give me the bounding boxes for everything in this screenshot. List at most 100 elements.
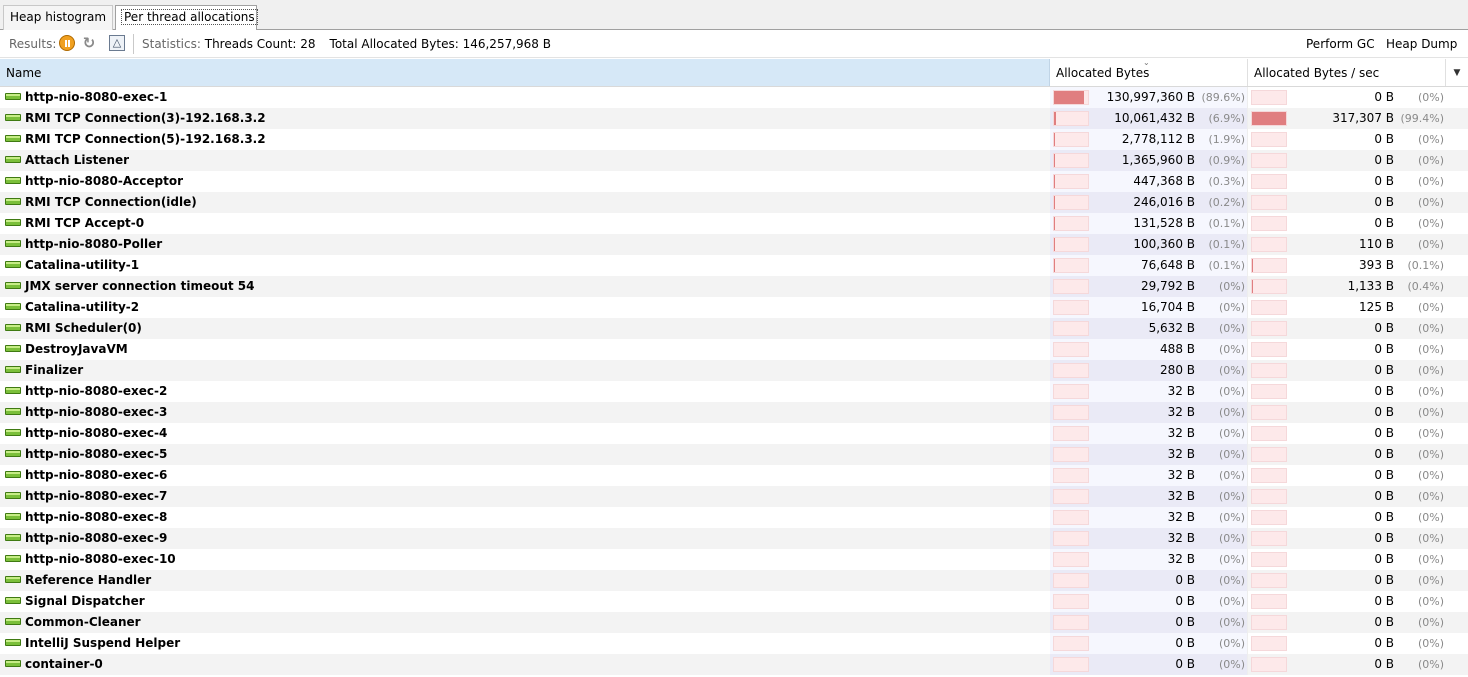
table-row[interactable]: http-nio-8080-exec-5 32 B (0%) 0 B (0%) <box>0 444 1468 465</box>
table-row[interactable]: http-nio-8080-exec-6 32 B (0%) 0 B (0%) <box>0 465 1468 486</box>
allocated-bytes-sec-value: 0 B <box>1374 363 1394 377</box>
allocated-bytes-sec-cell: 0 B (0%) <box>1248 213 1446 234</box>
thread-name: http-nio-8080-exec-4 <box>25 426 168 440</box>
table-row[interactable]: http-nio-8080-exec-1 130,997,360 B (89.6%)… <box>0 87 1468 108</box>
allocated-bytes-sec-bar <box>1251 111 1287 126</box>
thread-icon <box>5 387 21 394</box>
table-row[interactable]: RMI TCP Accept-0 131,528 B (0.1%) 0 B (0%) <box>0 213 1468 234</box>
thread-name: DestroyJavaVM <box>25 342 128 356</box>
allocated-bytes-sec-cell: 0 B (0%) <box>1248 654 1446 675</box>
allocated-bytes-bar <box>1053 510 1089 525</box>
table-row[interactable]: DestroyJavaVM 488 B (0%) 0 B (0%) <box>0 339 1468 360</box>
pause-icon[interactable] <box>59 35 75 51</box>
allocated-bytes-percent: (0.2%) <box>1208 196 1245 209</box>
table-row[interactable]: http-nio-8080-Poller 100,360 B (0.1%) 110 B… <box>0 234 1468 255</box>
allocated-bytes-sec-value: 0 B <box>1374 384 1394 398</box>
delta-icon[interactable]: △ <box>109 35 125 51</box>
table-row[interactable]: http-nio-8080-exec-4 32 B (0%) 0 B (0%) <box>0 423 1468 444</box>
thread-icon <box>5 429 21 436</box>
allocated-bytes-sec-cell: 0 B (0%) <box>1248 129 1446 150</box>
table-row[interactable]: http-nio-8080-exec-10 32 B (0%) 0 B (0%) <box>0 549 1468 570</box>
table-row[interactable]: Finalizer 280 B (0%) 0 B (0%) <box>0 360 1468 381</box>
allocated-bytes-sec-cell: 125 B (0%) <box>1248 297 1446 318</box>
allocated-bytes-cell: 130,997,360 B (89.6%) <box>1050 87 1248 108</box>
allocated-bytes-sec-percent: (0%) <box>1417 217 1444 230</box>
allocated-bytes-percent: (0%) <box>1218 301 1245 314</box>
thread-name: Catalina-utility-2 <box>25 300 140 314</box>
heap-dump-button[interactable]: Heap Dump <box>1386 37 1457 51</box>
allocated-bytes-sec-bar <box>1251 594 1287 609</box>
allocated-bytes-sec-value: 393 B <box>1359 258 1394 272</box>
allocated-bytes-value: 447,368 B <box>1133 174 1195 188</box>
thread-name-cell: DestroyJavaVM <box>0 339 1050 360</box>
allocated-bytes-sec-value: 0 B <box>1374 552 1394 566</box>
allocated-bytes-sec-percent: (99.4%) <box>1400 112 1444 125</box>
table-row[interactable]: http-nio-8080-exec-3 32 B (0%) 0 B (0%) <box>0 402 1468 423</box>
table-row[interactable]: Catalina-utility-2 16,704 B (0%) 125 B (0%) <box>0 297 1468 318</box>
table-row[interactable]: Reference Handler 0 B (0%) 0 B (0%) <box>0 570 1468 591</box>
allocated-bytes-bar <box>1053 468 1089 483</box>
table-row[interactable]: http-nio-8080-exec-8 32 B (0%) 0 B (0%) <box>0 507 1468 528</box>
allocated-bytes-sec-cell: 0 B (0%) <box>1248 423 1446 444</box>
allocated-bytes-value: 1,365,960 B <box>1121 153 1195 167</box>
table-row[interactable]: Attach Listener 1,365,960 B (0.9%) 0 B (0%) <box>0 150 1468 171</box>
allocated-bytes-sec-percent: (0%) <box>1417 154 1444 167</box>
table-row[interactable]: RMI TCP Connection(3)-192.168.3.2 10,061,… <box>0 108 1468 129</box>
table-row[interactable]: http-nio-8080-exec-2 32 B (0%) 0 B (0%) <box>0 381 1468 402</box>
allocated-bytes-bar <box>1053 237 1089 252</box>
allocated-bytes-sec-value: 0 B <box>1374 636 1394 650</box>
table-row[interactable]: JMX server connection timeout 54 29,792 B… <box>0 276 1468 297</box>
allocated-bytes-sec-percent: (0%) <box>1417 91 1444 104</box>
allocated-bytes-cell: 32 B (0%) <box>1050 423 1248 444</box>
table-row[interactable]: Signal Dispatcher 0 B (0%) 0 B (0%) <box>0 591 1468 612</box>
thread-name: http-nio-8080-exec-9 <box>25 531 168 545</box>
allocated-bytes-sec-percent: (0%) <box>1417 133 1444 146</box>
table-row[interactable]: http-nio-8080-exec-9 32 B (0%) 0 B (0%) <box>0 528 1468 549</box>
table-row[interactable]: container-0 0 B (0%) 0 B (0%) <box>0 654 1468 675</box>
thread-icon <box>5 492 21 499</box>
table-row[interactable]: Catalina-utility-1 76,648 B (0.1%) 393 B (0.… <box>0 255 1468 276</box>
allocated-bytes-bar <box>1053 426 1089 441</box>
column-chooser-dropdown-icon[interactable]: ▼ <box>1446 59 1468 87</box>
thread-icon <box>5 450 21 457</box>
perform-gc-button[interactable]: Perform GC <box>1306 37 1375 51</box>
table-row[interactable]: http-nio-8080-exec-7 32 B (0%) 0 B (0%) <box>0 486 1468 507</box>
column-header-allocated-bytes-sec[interactable]: Allocated Bytes / sec <box>1248 59 1446 86</box>
thread-name: Finalizer <box>25 363 84 377</box>
allocated-bytes-bar <box>1053 657 1089 672</box>
allocated-bytes-sec-percent: (0%) <box>1417 658 1444 671</box>
allocated-bytes-sec-bar <box>1251 447 1287 462</box>
allocated-bytes-sec-bar <box>1251 489 1287 504</box>
allocated-bytes-cell: 131,528 B (0.1%) <box>1050 213 1248 234</box>
allocated-bytes-value: 2,778,112 B <box>1121 132 1195 146</box>
allocated-bytes-sec-percent: (0%) <box>1417 343 1444 356</box>
table-row[interactable]: RMI Scheduler(0) 5,632 B (0%) 0 B (0%) <box>0 318 1468 339</box>
allocated-bytes-percent: (6.9%) <box>1208 112 1245 125</box>
thread-name: JMX server connection timeout 54 <box>25 279 255 293</box>
allocated-bytes-sec-value: 0 B <box>1374 132 1394 146</box>
allocated-bytes-value: 0 B <box>1175 615 1195 629</box>
thread-name-cell: container-0 <box>0 654 1050 675</box>
toolbar-separator <box>133 34 134 54</box>
allocated-bytes-percent: (0%) <box>1218 490 1245 503</box>
allocated-bytes-sec-percent: (0%) <box>1417 595 1444 608</box>
thread-icon <box>5 366 21 373</box>
table-row[interactable]: Common-Cleaner 0 B (0%) 0 B (0%) <box>0 612 1468 633</box>
thread-icon <box>5 198 21 205</box>
tab-per-thread-allocations[interactable]: Per thread allocations <box>115 5 258 30</box>
statistics-label: Statistics: <box>142 37 201 51</box>
tab-heap-histogram[interactable]: Heap histogram <box>3 5 113 30</box>
column-header-name[interactable]: Name <box>0 59 1050 86</box>
allocated-bytes-cell: 246,016 B (0.2%) <box>1050 192 1248 213</box>
allocated-bytes-cell: 2,778,112 B (1.9%) <box>1050 129 1248 150</box>
tab-label: Per thread allocations <box>121 9 258 25</box>
allocated-bytes-percent: (0.9%) <box>1208 154 1245 167</box>
refresh-icon[interactable]: ↻ <box>81 35 97 51</box>
allocated-bytes-cell: 100,360 B (0.1%) <box>1050 234 1248 255</box>
table-row[interactable]: RMI TCP Connection(idle) 246,016 B (0.2%) 0… <box>0 192 1468 213</box>
table-row[interactable]: IntelliJ Suspend Helper 0 B (0%) 0 B (0%) <box>0 633 1468 654</box>
allocated-bytes-bar <box>1053 300 1089 315</box>
table-row[interactable]: RMI TCP Connection(5)-192.168.3.2 2,778,1… <box>0 129 1468 150</box>
table-row[interactable]: http-nio-8080-Acceptor 447,368 B (0.3%) 0 B… <box>0 171 1468 192</box>
allocated-bytes-sec-bar <box>1251 153 1287 168</box>
